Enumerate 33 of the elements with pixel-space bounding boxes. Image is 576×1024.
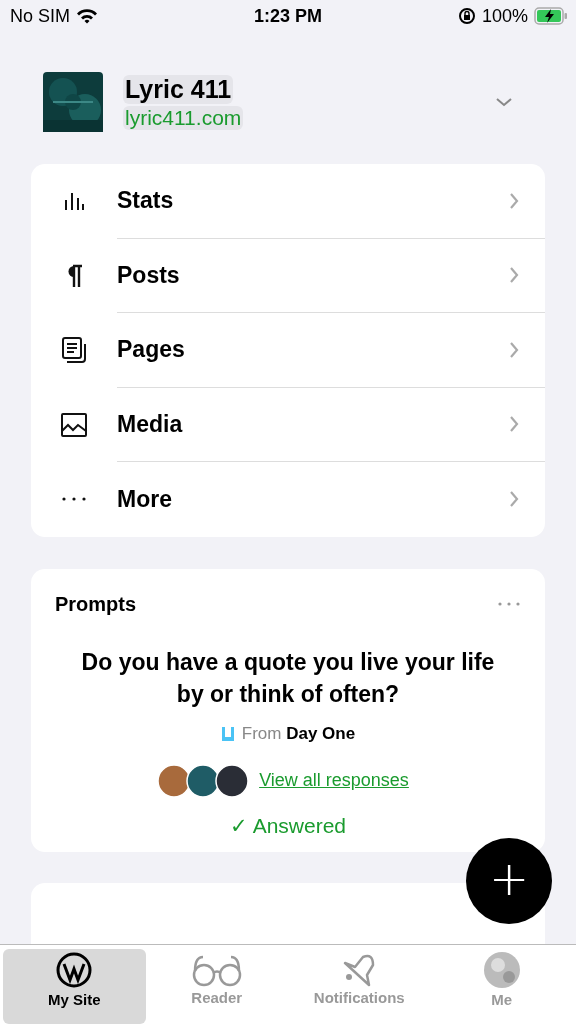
- chevron-down-icon[interactable]: [495, 97, 513, 107]
- rotation-lock-icon: [457, 7, 476, 25]
- chevron-right-icon: [509, 340, 519, 359]
- image-icon: [60, 411, 88, 438]
- bookmark-logo-icon: [220, 725, 235, 742]
- card-title: Prompts: [55, 592, 137, 616]
- avatar-icon: [482, 951, 521, 989]
- battery-icon: [534, 7, 568, 25]
- view-responses-link[interactable]: View all responses: [259, 770, 409, 792]
- time-label: 1:23 PM: [254, 5, 322, 27]
- chevron-right-icon: [509, 266, 519, 285]
- carrier-label: No SIM: [10, 5, 70, 27]
- wordpress-logo-icon: [55, 951, 94, 989]
- tab[interactable]: My Site: [3, 949, 146, 1024]
- chevron-right-icon: [509, 415, 519, 434]
- menu-item[interactable]: Stats: [31, 164, 545, 239]
- answered-status: ✓ Answered: [229, 813, 347, 838]
- pilcrow-icon: [65, 263, 83, 288]
- menu-item[interactable]: Media: [31, 387, 545, 462]
- chevron-right-icon: [509, 490, 519, 509]
- prompt-source: From Day One: [241, 723, 356, 744]
- more-options-icon[interactable]: [497, 601, 521, 607]
- menu-item[interactable]: More: [31, 462, 545, 537]
- battery-percent: 100%: [481, 5, 528, 27]
- menu-item[interactable]: Pages: [31, 313, 545, 388]
- prompt-question: Do you have a quote you live your life by or think of often?: [80, 647, 496, 709]
- menu-item[interactable]: Posts: [31, 238, 545, 313]
- pages-icon: [61, 336, 87, 365]
- wifi-icon: [76, 8, 98, 24]
- bar-chart-icon: [63, 190, 85, 213]
- chevron-right-icon: [509, 191, 519, 210]
- site-name: Lyric 411: [123, 74, 234, 104]
- ellipsis-icon: [61, 496, 87, 503]
